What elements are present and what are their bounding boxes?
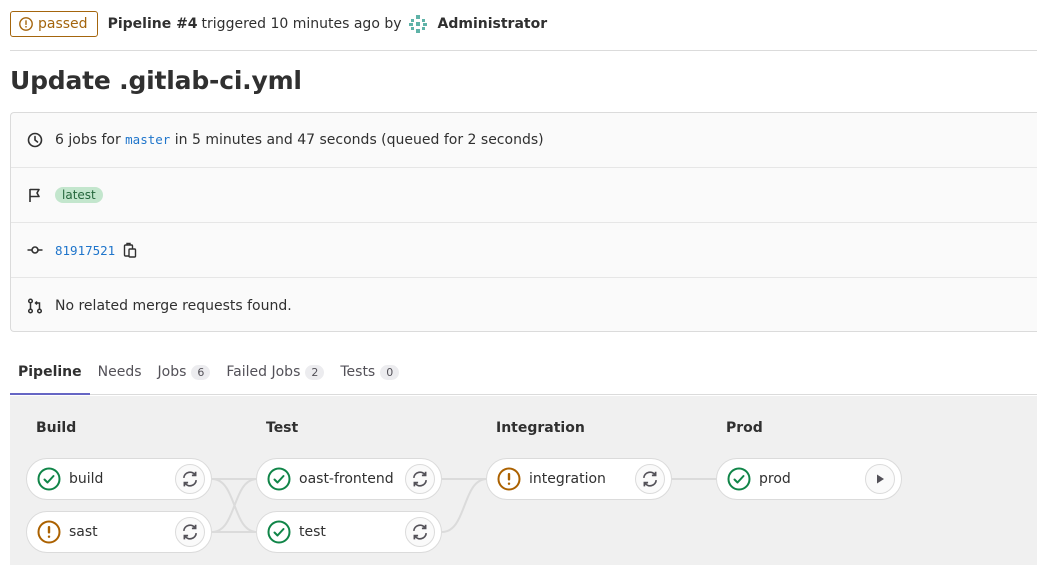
merge-request-icon — [27, 297, 43, 314]
stage-integration-title: Integration — [496, 420, 585, 436]
job-build[interactable]: build — [26, 458, 212, 500]
tests-count-badge: 0 — [380, 364, 400, 380]
job-oast-frontend[interactable]: oast-frontend — [256, 458, 442, 500]
retry-button[interactable] — [175, 517, 205, 547]
retry-button[interactable] — [175, 464, 205, 494]
clock-icon — [27, 132, 43, 148]
stage-build-title: Build — [36, 420, 77, 436]
pipeline-header: passed Pipeline #4 triggered 10 minutes … — [10, 11, 1037, 37]
warning-status-icon — [19, 17, 33, 31]
job-test[interactable]: test — [256, 511, 442, 553]
header-divider — [10, 50, 1037, 51]
retry-icon — [182, 471, 198, 487]
success-status-icon — [727, 467, 751, 491]
play-icon — [877, 474, 884, 484]
pipeline-graph: Build Test Integration Prod build sast o… — [10, 396, 1037, 565]
pipeline-info-card: 6 jobs for master in 5 minutes and 47 se… — [10, 112, 1037, 332]
tags-row: latest — [11, 168, 1037, 223]
job-prod[interactable]: prod — [716, 458, 902, 500]
tab-failed-jobs[interactable]: Failed Jobs 2 — [218, 350, 332, 394]
branch-link[interactable]: master — [125, 132, 170, 147]
jobs-summary-row: 6 jobs for master in 5 minutes and 47 se… — [11, 113, 1037, 168]
retry-icon — [642, 471, 658, 487]
status-badge[interactable]: passed — [10, 11, 98, 37]
merge-requests-row: No related merge requests found. — [11, 278, 1037, 333]
tab-jobs[interactable]: Jobs 6 — [150, 350, 219, 394]
duration-text: in 5 minutes and 47 seconds (queued for … — [174, 132, 544, 148]
pipeline-tabs: Pipeline Needs Jobs 6 Failed Jobs 2 Tests 0 — [10, 350, 1037, 395]
play-button[interactable] — [865, 464, 895, 494]
flag-icon — [29, 188, 40, 202]
retry-icon — [182, 524, 198, 540]
status-label: passed — [38, 16, 88, 32]
stage-test-title: Test — [266, 420, 299, 436]
job-name: prod — [759, 471, 791, 487]
jobs-count-badge: 6 — [191, 364, 211, 380]
retry-button[interactable] — [405, 517, 435, 547]
success-status-icon — [267, 520, 291, 544]
merge-requests-text: No related merge requests found. — [55, 297, 292, 314]
job-name: oast-frontend — [299, 471, 394, 487]
job-sast[interactable]: sast — [26, 511, 212, 553]
retry-icon — [412, 471, 428, 487]
user-link[interactable]: Administrator — [438, 16, 548, 32]
job-name: integration — [529, 471, 606, 487]
commit-icon — [27, 246, 43, 254]
success-status-icon — [37, 467, 61, 491]
page-title: Update .gitlab-ci.yml — [10, 66, 302, 95]
job-name: test — [299, 524, 326, 540]
pipeline-id-link[interactable]: Pipeline #4 — [108, 16, 198, 32]
retry-button[interactable] — [405, 464, 435, 494]
commit-sha-link[interactable]: 81917521 — [55, 243, 115, 258]
warning-status-icon — [37, 520, 61, 544]
jobs-count-text: 6 jobs for — [55, 132, 121, 148]
failed-jobs-count-badge: 2 — [305, 364, 325, 380]
avatar[interactable] — [408, 14, 428, 34]
tab-needs[interactable]: Needs — [90, 350, 150, 394]
job-integration[interactable]: integration — [486, 458, 672, 500]
retry-button[interactable] — [635, 464, 665, 494]
stage-prod-title: Prod — [726, 420, 763, 436]
copy-icon[interactable] — [123, 242, 137, 258]
retry-icon — [412, 524, 428, 540]
warning-status-icon — [497, 467, 521, 491]
job-name: sast — [69, 524, 98, 540]
success-status-icon — [267, 467, 291, 491]
tab-pipeline[interactable]: Pipeline — [10, 350, 90, 395]
tab-tests[interactable]: Tests 0 — [332, 350, 407, 394]
job-name: build — [69, 471, 104, 487]
commit-row: 81917521 — [11, 223, 1037, 278]
latest-badge: latest — [55, 187, 103, 203]
triggered-text: triggered 10 minutes ago by — [201, 16, 402, 32]
